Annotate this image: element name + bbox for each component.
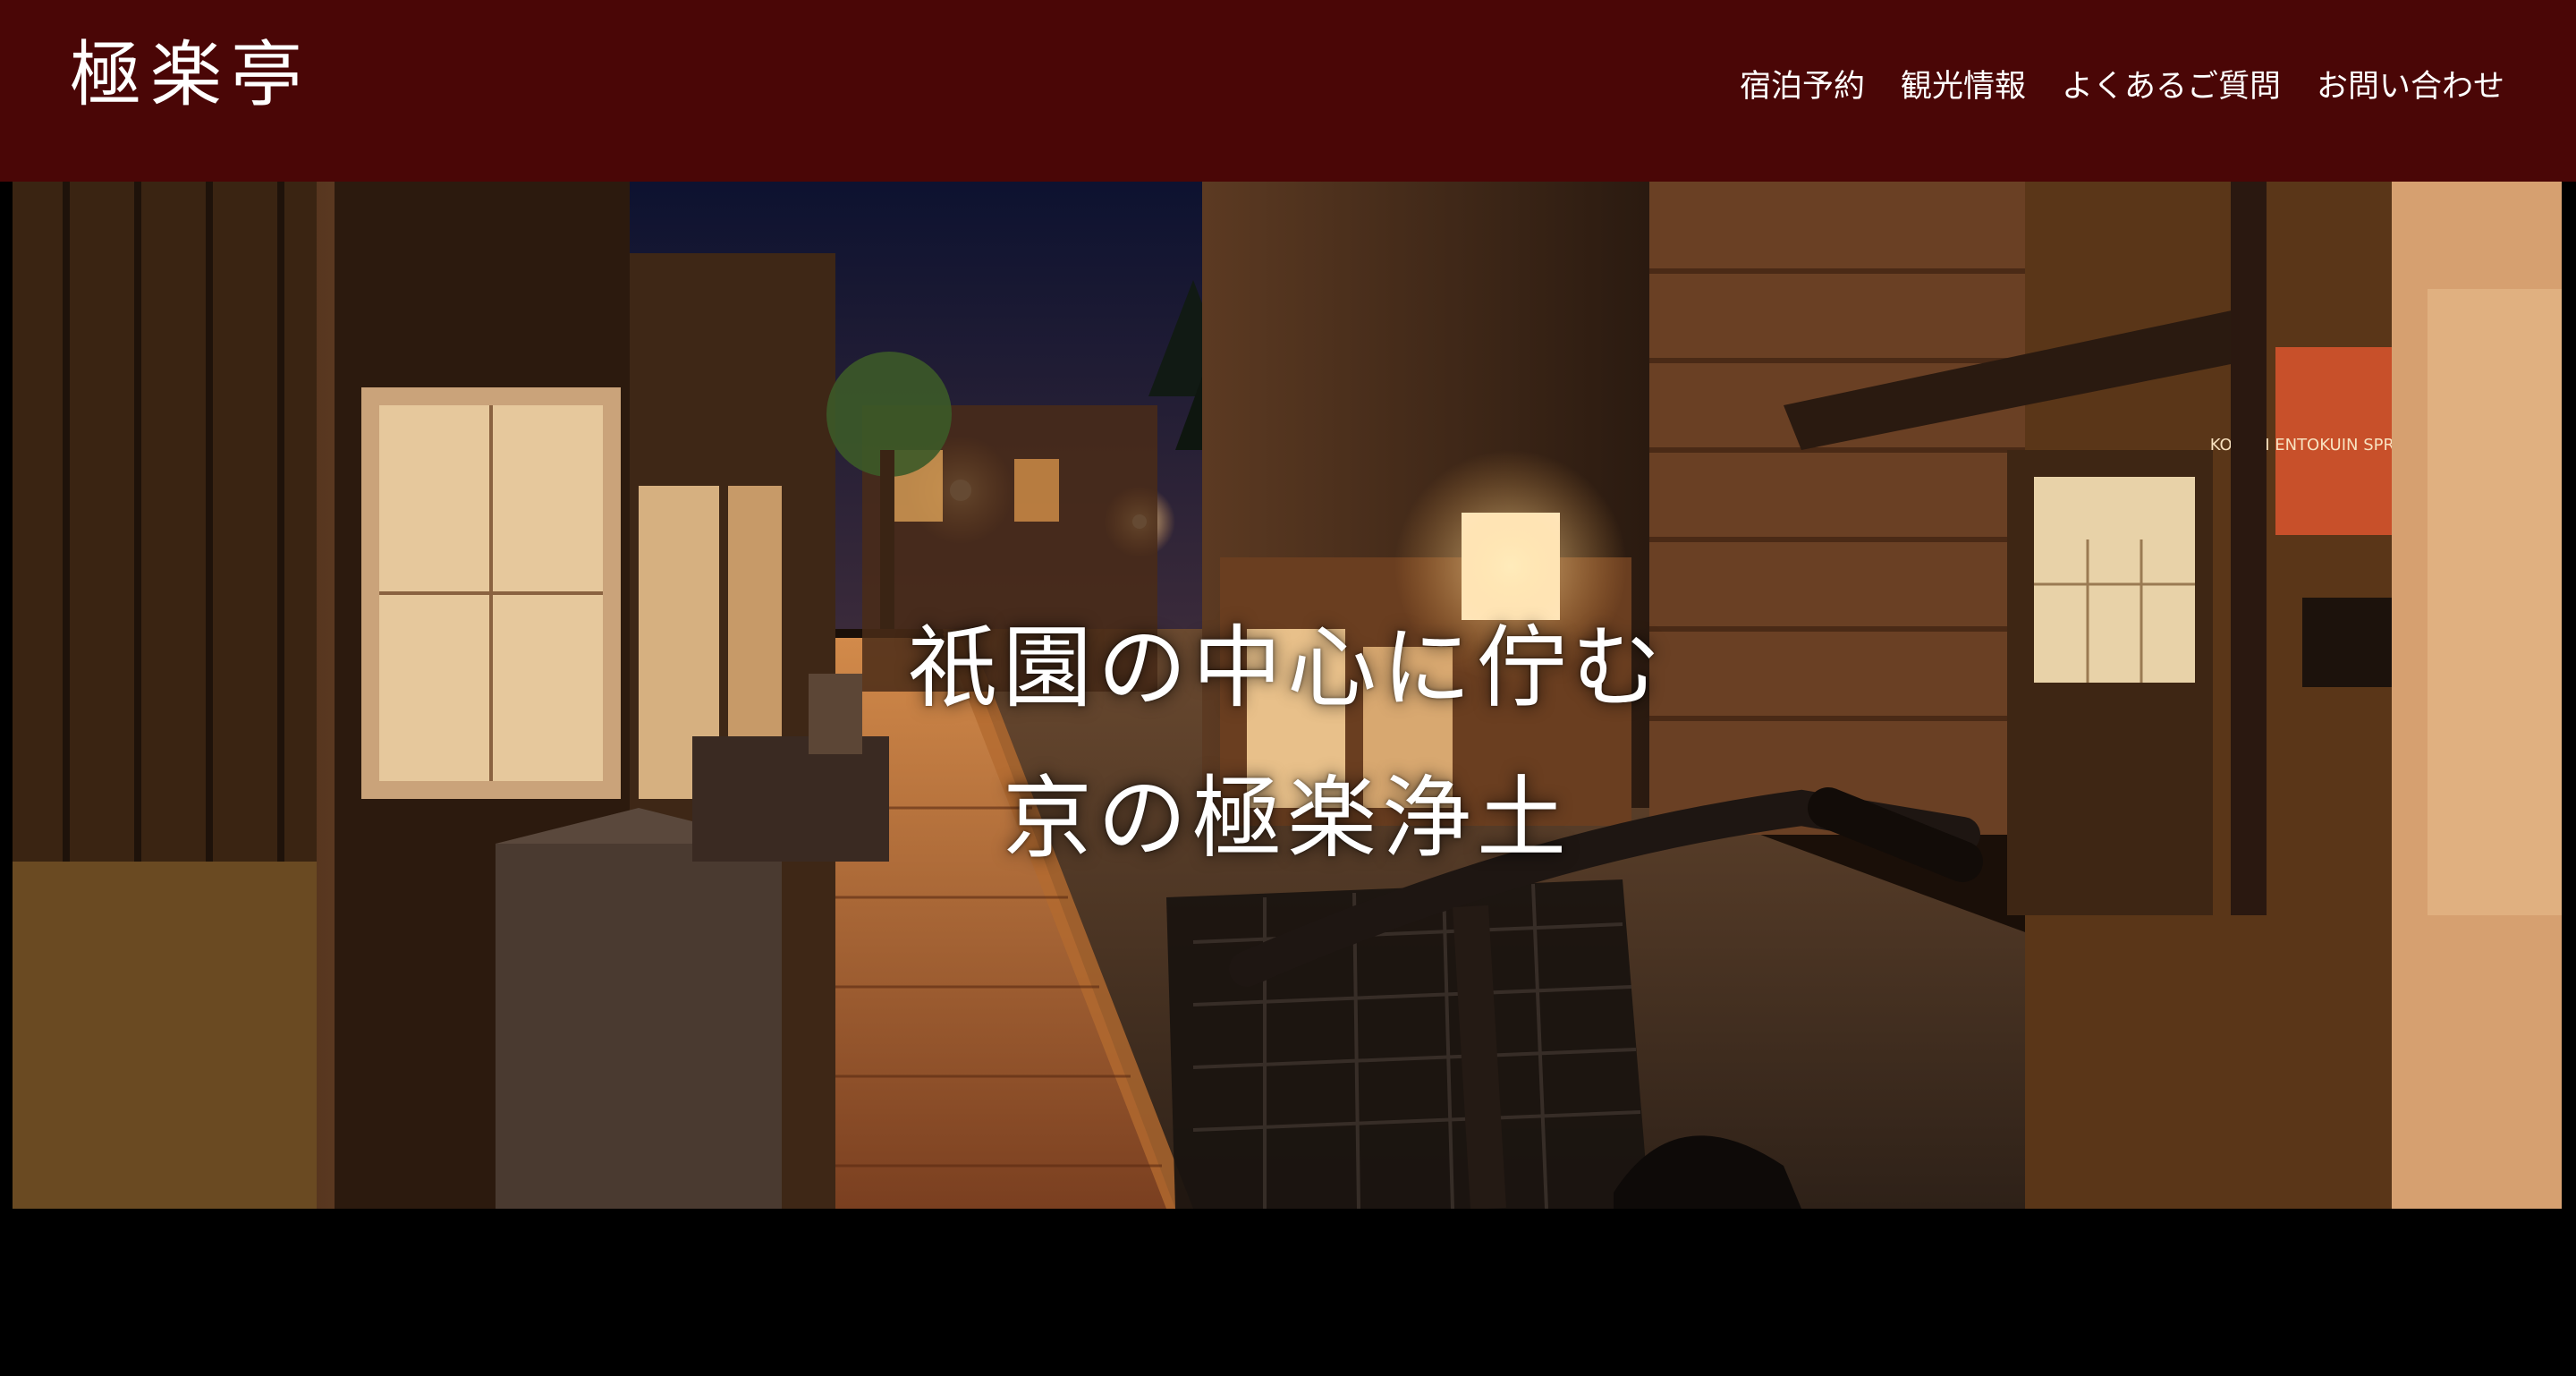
nav-item-contact[interactable]: お問い合わせ [2317, 64, 2504, 109]
main-nav: 宿泊予約 観光情報 よくあるご質問 お問い合わせ [1740, 64, 2504, 109]
site-header: 極楽亭 宿泊予約 観光情報 よくあるご質問 お問い合わせ [0, 0, 2576, 182]
hero-image: KODAIJI ENTOKUIN SPRING 2017 祇園の中心に佇む 京の… [13, 182, 2562, 1209]
below-hero-band [0, 1209, 2576, 1376]
nav-item-sightseeing[interactable]: 観光情報 [1901, 64, 2026, 109]
hero-headline-line1: 祇園の中心に佇む [908, 616, 1666, 720]
site-logo[interactable]: 極楽亭 [70, 30, 311, 120]
nav-item-reservation[interactable]: 宿泊予約 [1740, 64, 1865, 109]
nav-item-faq[interactable]: よくあるご質問 [2062, 64, 2281, 109]
hero-headline-line2: 京の極楽浄土 [1003, 766, 1572, 871]
